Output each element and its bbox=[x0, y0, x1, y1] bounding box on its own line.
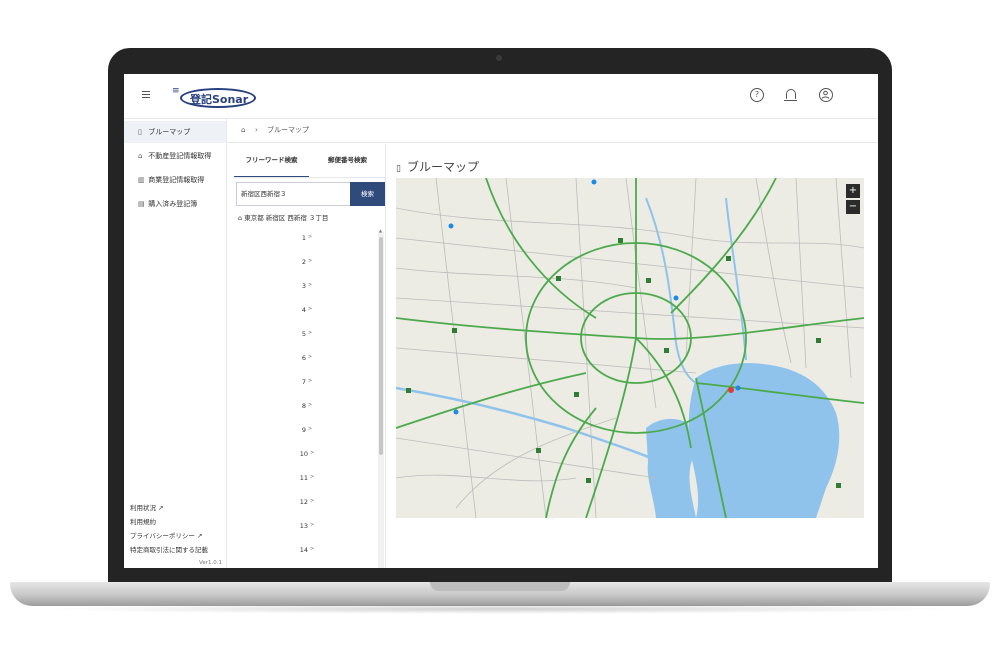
tab-freeword-search[interactable]: フリーワード検索 bbox=[234, 144, 309, 178]
breadcrumb-current: ブルーマップ bbox=[267, 126, 309, 134]
scroll-up-icon[interactable]: ▲ bbox=[379, 228, 382, 233]
chevron-right-icon: > bbox=[310, 546, 315, 552]
map-view[interactable]: + − bbox=[396, 178, 864, 518]
logo-rays-icon: ≡ bbox=[172, 86, 180, 96]
address-result[interactable]: ⌂ 東京都 新宿区 西新宿 ３丁目 bbox=[238, 212, 328, 222]
chevron-right-icon: > bbox=[310, 498, 315, 504]
logo-text: 登記Sonar bbox=[190, 93, 249, 106]
footer-link-privacy[interactable]: プライバシーポリシー ↗ bbox=[130, 530, 202, 540]
chevron-right-icon: > bbox=[307, 330, 313, 336]
chevron-right-icon: > bbox=[307, 402, 313, 408]
tab-divider bbox=[234, 177, 385, 178]
address-text: 東京都 新宿区 西新宿 ３丁目 bbox=[244, 214, 329, 222]
chevron-right-icon: > bbox=[310, 474, 315, 480]
sidebar-item-label: 商業登記情報取得 bbox=[148, 176, 205, 184]
tab-postal-search[interactable]: 郵便番号検索 bbox=[310, 144, 385, 176]
sidebar-item-purchased[interactable]: ▤ 購入済み登記簿 bbox=[124, 193, 226, 215]
result-row[interactable]: 13 > bbox=[234, 522, 380, 530]
result-row[interactable]: 4 > bbox=[234, 306, 380, 314]
zoom-in-button[interactable]: + bbox=[846, 184, 860, 198]
chevron-right-icon: > bbox=[307, 234, 313, 240]
result-number: 7 bbox=[301, 378, 306, 386]
result-number: 4 bbox=[301, 306, 306, 314]
chevron-right-icon: > bbox=[310, 522, 315, 528]
search-panel: フリーワード検索 郵便番号検索 新宿区西新宿３ 検索 ⌂ 東京都 新宿区 西新宿… bbox=[234, 144, 386, 568]
sidebar-item-label: 購入済み登記簿 bbox=[148, 200, 198, 208]
company-icon: ▥ bbox=[138, 176, 145, 184]
chevron-right-icon: > bbox=[307, 426, 313, 432]
result-number: 13 bbox=[299, 522, 309, 530]
chevron-right-icon: > bbox=[307, 354, 313, 360]
map-canvas[interactable] bbox=[396, 178, 864, 518]
result-number: 8 bbox=[301, 402, 306, 410]
result-number: 2 bbox=[301, 258, 306, 266]
map-icon: ▯ bbox=[138, 128, 142, 136]
sidebar: ▯ ブルーマップ ⌂ 不動産登記情報取得 ▥ 商業登記情報取得 ▤ 購入済み登記… bbox=[124, 118, 227, 568]
home-icon: ⌂ bbox=[238, 214, 243, 222]
result-row[interactable]: 6 > bbox=[234, 354, 380, 362]
external-link-icon: ↗ bbox=[196, 532, 203, 540]
home-icon[interactable]: ⌂ bbox=[241, 118, 245, 142]
hamburger-menu-icon[interactable] bbox=[142, 91, 150, 99]
result-row[interactable]: 11 > bbox=[234, 474, 380, 482]
result-number: 3 bbox=[301, 282, 306, 290]
result-number: 14 bbox=[299, 546, 309, 554]
result-row[interactable]: 3 > bbox=[234, 282, 380, 290]
zoom-out-button[interactable]: − bbox=[846, 200, 860, 214]
sidebar-item-label: ブルーマップ bbox=[148, 128, 191, 136]
result-number: 10 bbox=[299, 450, 309, 458]
chevron-right-icon: > bbox=[307, 306, 313, 312]
help-icon[interactable]: ? bbox=[750, 88, 764, 102]
footer-link-usage[interactable]: 利用状況 ↗ bbox=[130, 502, 164, 512]
result-row[interactable]: 2 > bbox=[234, 258, 380, 266]
external-link-icon: ↗ bbox=[158, 504, 164, 512]
result-number: 9 bbox=[301, 426, 306, 434]
app-logo[interactable]: ≡ 登記Sonar bbox=[170, 80, 260, 112]
result-row[interactable]: 9 > bbox=[234, 426, 380, 434]
sidebar-item-bluemap[interactable]: ▯ ブルーマップ bbox=[124, 121, 226, 143]
chevron-right-icon: > bbox=[310, 450, 315, 456]
result-number: 12 bbox=[299, 498, 309, 506]
result-row[interactable]: 8 > bbox=[234, 402, 380, 410]
result-row[interactable]: 12 > bbox=[234, 498, 380, 506]
map-icon: ▯ bbox=[396, 164, 401, 174]
result-number: 1 bbox=[301, 234, 306, 242]
result-row[interactable]: 14 > bbox=[234, 546, 380, 554]
chevron-right-icon: > bbox=[307, 282, 313, 288]
document-icon: ▤ bbox=[138, 200, 145, 208]
sidebar-item-label: 不動産登記情報取得 bbox=[148, 152, 212, 160]
chevron-right-icon: > bbox=[307, 378, 313, 384]
building-icon: ⌂ bbox=[138, 152, 143, 160]
bell-icon[interactable] bbox=[784, 89, 797, 101]
footer-link-terms[interactable]: 利用規約 bbox=[130, 516, 156, 526]
scrollbar-thumb[interactable] bbox=[379, 237, 383, 455]
app-version: Ver1.0.1 bbox=[199, 560, 222, 566]
sidebar-item-real-estate[interactable]: ⌂ 不動産登記情報取得 bbox=[124, 145, 226, 167]
tokyo-bay-water bbox=[688, 363, 840, 518]
result-row[interactable]: 5 > bbox=[234, 330, 380, 338]
search-button[interactable]: 検索 bbox=[350, 182, 385, 206]
sidebar-item-commercial[interactable]: ▥ 商業登記情報取得 bbox=[124, 169, 226, 191]
breadcrumb: ⌂ › ブルーマップ bbox=[227, 118, 878, 143]
map-title: ▯ ブルーマップ bbox=[396, 160, 479, 174]
result-number: 6 bbox=[301, 354, 306, 362]
user-account-icon[interactable] bbox=[819, 88, 833, 102]
result-row[interactable]: 1 > bbox=[234, 234, 380, 242]
search-input[interactable]: 新宿区西新宿３ bbox=[236, 182, 350, 206]
chevron-right-icon: › bbox=[255, 126, 258, 134]
result-number: 5 bbox=[301, 330, 306, 338]
laptop-shadow bbox=[40, 604, 960, 614]
result-row[interactable]: 10 > bbox=[234, 450, 380, 458]
result-number: 11 bbox=[299, 474, 309, 482]
footer-link-commerce[interactable]: 特定商取引法に関する記載 bbox=[130, 544, 208, 554]
chevron-right-icon: > bbox=[307, 258, 313, 264]
laptop-notch bbox=[430, 582, 570, 591]
camera bbox=[496, 55, 502, 61]
location-pin-icon bbox=[728, 387, 734, 393]
app-screen: ≡ 登記Sonar ? ▯ ブルーマップ ⌂ 不動産登記情報取得 ▥ 商業登記情… bbox=[124, 74, 878, 568]
app-header: ≡ 登記Sonar ? bbox=[124, 74, 878, 119]
result-row[interactable]: 7 > bbox=[234, 378, 380, 386]
